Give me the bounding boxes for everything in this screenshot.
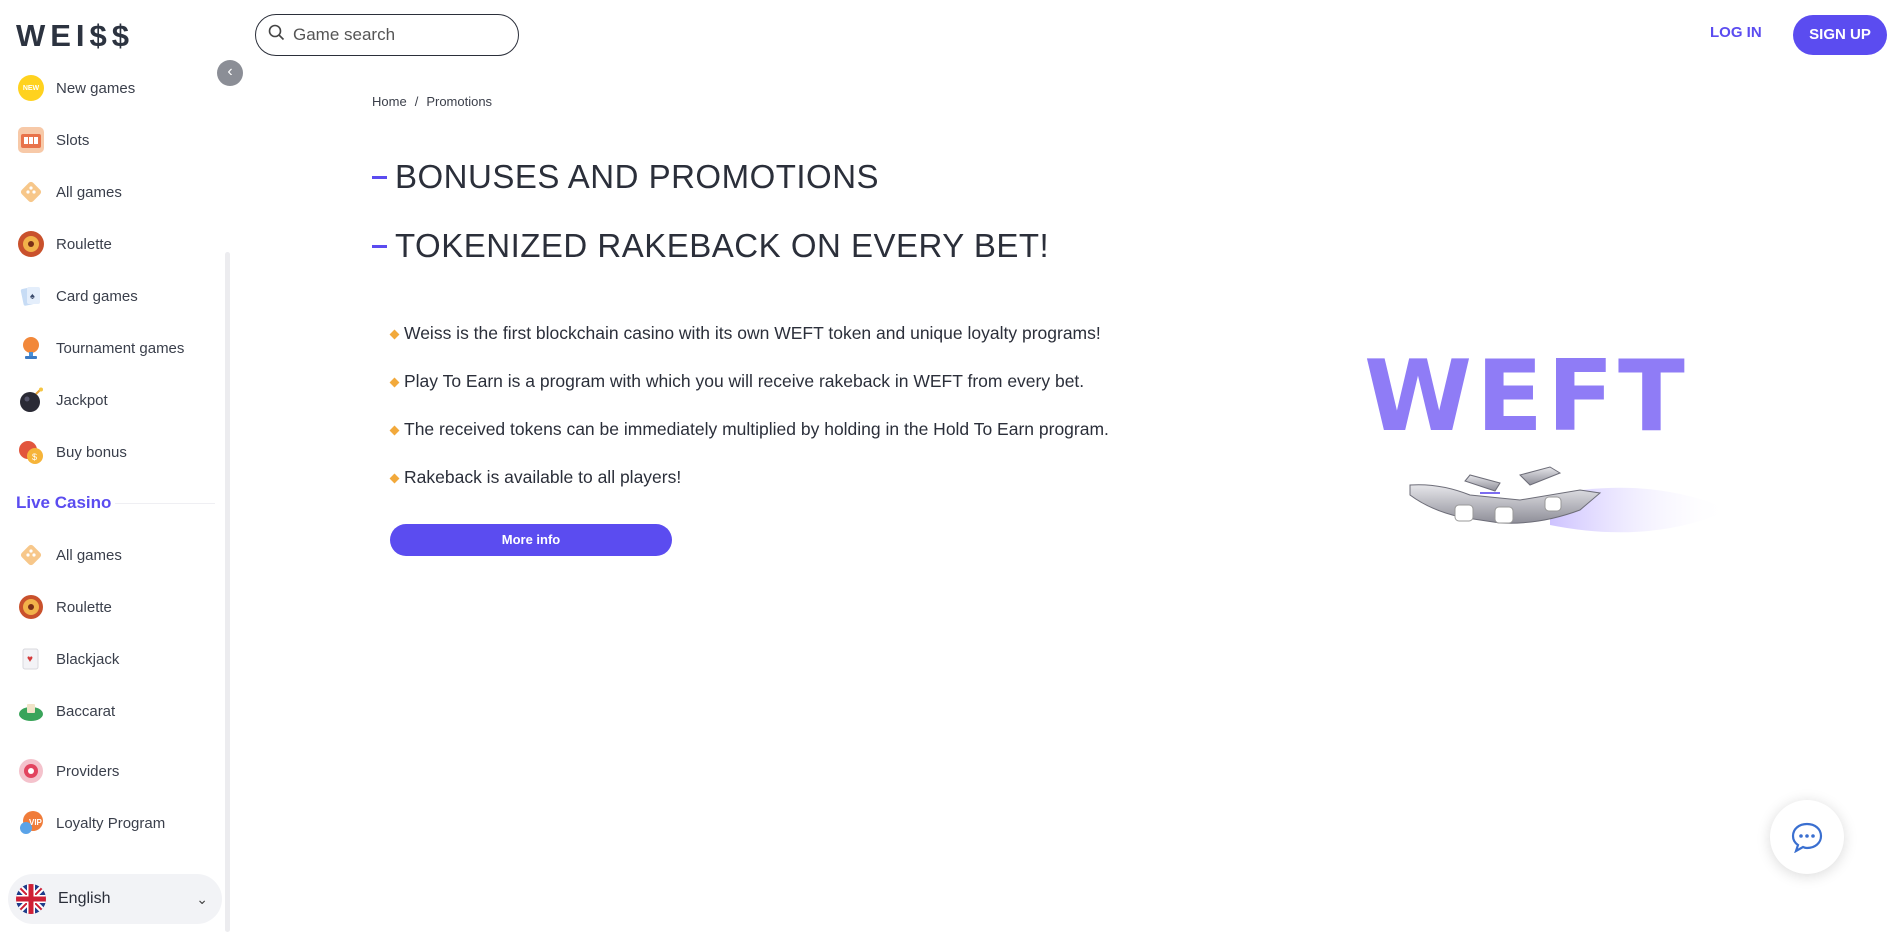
sidebar-item-label: Slots (56, 131, 90, 149)
bullet-text: Weiss is the first blockchain casino wit… (404, 323, 1101, 343)
page-title: BONUSES AND PROMOTIONS (372, 158, 879, 196)
sidebar-item-jackpot[interactable]: Jackpot (18, 385, 108, 415)
chevron-down-icon: ⌄ (196, 890, 208, 907)
sidebar-item-blackjack[interactable]: ♥ Blackjack (18, 644, 119, 674)
promo-title: TOKENIZED RAKEBACK ON EVERY BET! (372, 227, 1049, 265)
sidebar-item-label: Baccarat (56, 702, 116, 720)
bomb-icon (18, 387, 44, 413)
bullet-diamond-icon (389, 473, 400, 484)
chevron-left-icon: ‹ (227, 63, 233, 80)
sidebar-item-tournament-games[interactable]: Tournament games (18, 333, 184, 363)
breadcrumb-separator: / (414, 94, 419, 109)
sidebar-item-label: Providers (56, 762, 120, 780)
bullet-text: Rakeback is available to all players! (404, 467, 682, 487)
bonus-icon: $ (18, 439, 44, 465)
section-divider (115, 503, 215, 504)
sidebar-item-label: Loyalty Program (56, 814, 166, 832)
svg-text:♠: ♠ (30, 291, 35, 301)
sidebar-item-loyalty-program[interactable]: VIP Loyalty Program (18, 808, 165, 838)
sidebar-item-all-games[interactable]: All games (18, 177, 122, 207)
robot-hand-icon (1409, 466, 1730, 533)
sidebar-item-label: Jackpot (56, 391, 108, 409)
sidebar-item-label: Buy bonus (56, 443, 127, 461)
search-icon (268, 24, 285, 46)
sidebar-item-label: Roulette (56, 235, 112, 253)
sidebar-item-live-all-games[interactable]: All games (18, 540, 122, 570)
sidebar-scrollbar[interactable] (225, 252, 230, 932)
sidebar-item-label: Tournament games (56, 339, 185, 357)
breadcrumb-current: Promotions (426, 94, 493, 109)
signup-button[interactable]: SIGN UP (1793, 15, 1887, 55)
breadcrumb: Home / Promotions (372, 94, 492, 109)
live-casino-title[interactable]: Live Casino (16, 493, 111, 513)
weft-promo-image: WEFT (1360, 340, 1740, 560)
list-item: Weiss is the first blockchain casino wit… (389, 323, 1109, 371)
promo-bullet-list: Weiss is the first blockchain casino wit… (389, 323, 1109, 515)
more-info-button[interactable]: More info (390, 524, 672, 556)
dice-icon (18, 542, 44, 568)
breadcrumb-home[interactable]: Home (372, 94, 407, 109)
slot-machine-icon (18, 127, 44, 153)
weft-logo-text: WEFT (1364, 340, 1689, 454)
language-label: English (58, 890, 111, 907)
sidebar-item-roulette[interactable]: Roulette (18, 229, 112, 259)
sidebar-item-new-games[interactable]: NEW New games (18, 73, 135, 103)
sidebar-item-providers[interactable]: Providers (18, 756, 119, 786)
cards-icon: ♠ (18, 283, 44, 309)
sidebar-item-label: All games (56, 183, 122, 201)
blackjack-icon: ♥ (18, 646, 44, 672)
bullet-diamond-icon (389, 425, 400, 436)
roulette-icon (18, 231, 44, 257)
sidebar-item-live-roulette[interactable]: Roulette (18, 592, 112, 622)
baccarat-icon (18, 698, 44, 724)
heading-dash (372, 175, 387, 179)
sidebar-item-label: All games (56, 546, 122, 564)
sidebar-item-baccarat[interactable]: Baccarat (18, 696, 115, 726)
bullet-text: Play To Earn is a program with which you… (404, 371, 1085, 391)
trophy-icon (18, 335, 44, 361)
providers-icon (18, 758, 44, 784)
list-item: Play To Earn is a program with which you… (389, 371, 1109, 419)
sidebar-collapse-button[interactable]: ‹ (217, 60, 243, 86)
dice-icon (18, 179, 44, 205)
search-input[interactable] (293, 25, 493, 45)
svg-text:♥: ♥ (27, 654, 33, 665)
sidebar-item-label: Blackjack (56, 650, 120, 668)
language-selector[interactable]: English ⌄ (8, 874, 222, 924)
login-button[interactable]: LOG IN (1710, 24, 1762, 41)
search-box[interactable] (255, 14, 519, 56)
uk-flag-icon (16, 884, 46, 914)
sidebar-item-card-games[interactable]: ♠ Card games (18, 281, 138, 311)
sidebar-item-label: Roulette (56, 598, 112, 616)
bullet-text: The received tokens can be immediately m… (404, 419, 1109, 439)
bullet-diamond-icon (389, 329, 400, 340)
new-badge-icon: NEW (18, 75, 44, 101)
list-item: Rakeback is available to all players! (389, 467, 1109, 515)
sidebar-item-buy-bonus[interactable]: $ Buy bonus (18, 437, 127, 467)
svg-text:VIP: VIP (29, 818, 43, 827)
heading-dash (372, 244, 387, 248)
roulette-icon (18, 594, 44, 620)
sidebar-item-slots[interactable]: Slots (18, 125, 89, 155)
list-item: The received tokens can be immediately m… (389, 419, 1109, 467)
chat-support-button[interactable] (1770, 800, 1844, 874)
chat-icon (1791, 822, 1823, 853)
svg-text:$: $ (32, 452, 37, 462)
sidebar-item-label: Card games (56, 287, 138, 305)
promo-title-text: TOKENIZED RAKEBACK ON EVERY BET! (395, 227, 1050, 264)
weiss-logo[interactable]: WEI$$ (16, 18, 134, 54)
page-title-text: BONUSES AND PROMOTIONS (395, 158, 880, 195)
sidebar: WEI$$ ‹ NEW New games Slots All games Ro… (0, 0, 243, 933)
sidebar-item-label: New games (56, 79, 136, 97)
loyalty-icon: VIP (18, 810, 44, 836)
bullet-diamond-icon (389, 377, 400, 388)
